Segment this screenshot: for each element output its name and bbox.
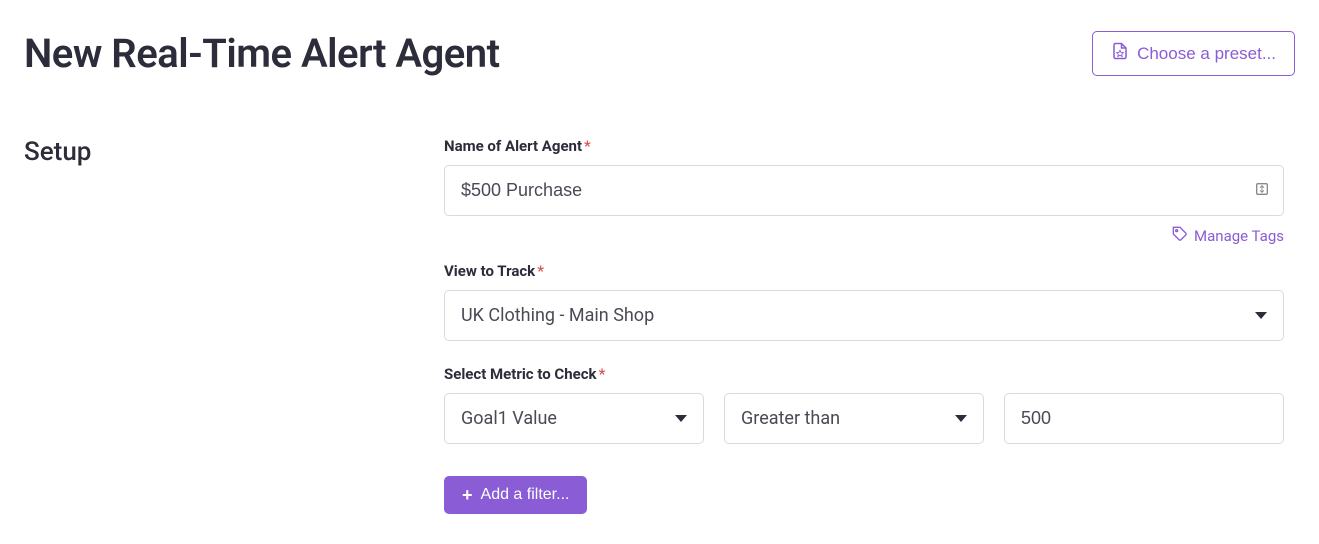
comparator-select-value: Greater than (741, 408, 840, 429)
add-filter-label: Add a filter... (481, 486, 570, 504)
preset-icon (1111, 42, 1129, 65)
comparator-select[interactable]: Greater than (724, 393, 984, 444)
chevron-down-icon (1255, 312, 1267, 319)
choose-preset-button[interactable]: Choose a preset... (1092, 31, 1295, 76)
metric-select[interactable]: Goal1 Value (444, 393, 704, 444)
section-heading-setup: Setup (24, 137, 444, 167)
view-label: View to Track* (444, 262, 1284, 280)
chevron-down-icon (675, 415, 687, 422)
required-asterisk: * (537, 262, 544, 280)
view-select-value: UK Clothing - Main Shop (461, 305, 654, 326)
page-title: New Real-Time Alert Agent (24, 30, 500, 77)
add-filter-button[interactable]: + Add a filter... (444, 476, 587, 514)
alert-name-input[interactable] (444, 165, 1284, 216)
expand-icon (1254, 181, 1270, 201)
metric-select-value: Goal1 Value (461, 408, 557, 429)
required-asterisk: * (599, 365, 606, 383)
plus-icon: + (462, 486, 473, 504)
name-label: Name of Alert Agent* (444, 137, 1284, 155)
metric-label: Select Metric to Check* (444, 365, 1284, 383)
choose-preset-label: Choose a preset... (1137, 44, 1276, 64)
manage-tags-label: Manage Tags (1194, 227, 1284, 245)
threshold-input[interactable] (1004, 393, 1284, 444)
chevron-down-icon (955, 415, 967, 422)
required-asterisk: * (584, 137, 591, 155)
manage-tags-link[interactable]: Manage Tags (1172, 226, 1284, 246)
view-select[interactable]: UK Clothing - Main Shop (444, 290, 1284, 341)
tag-icon (1172, 226, 1188, 246)
